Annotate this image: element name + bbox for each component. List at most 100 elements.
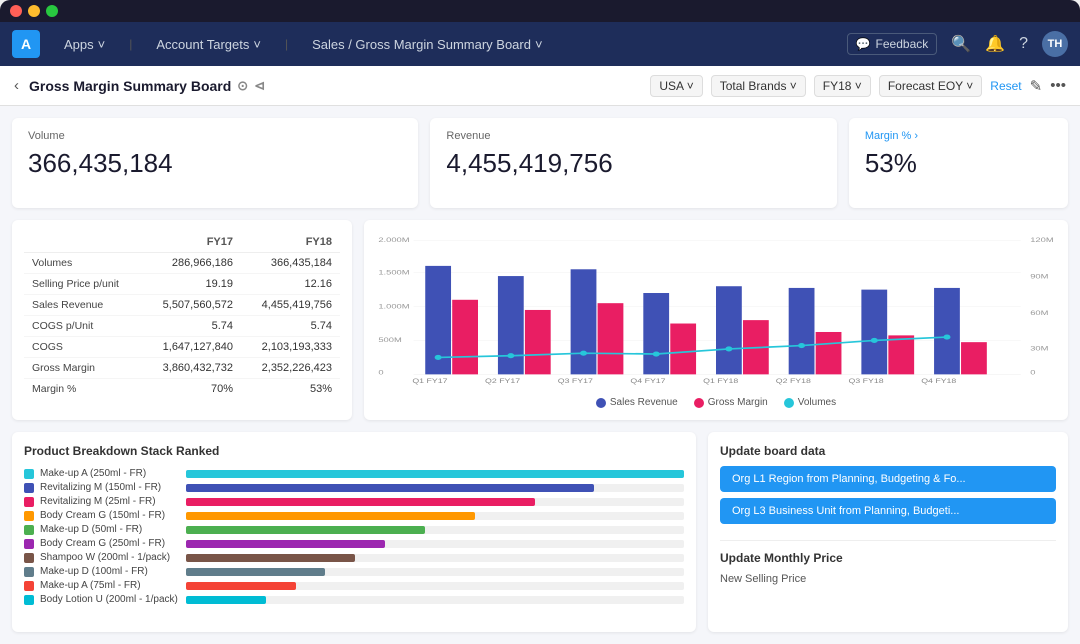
product-item: Body Cream G (250ml - FR) [24, 538, 684, 549]
table-cell-fy17: 5,507,560,572 [142, 295, 241, 316]
bar-margin-q2fy18[interactable] [816, 332, 842, 374]
svg-text:90M: 90M [1030, 273, 1048, 280]
product-color-swatch [24, 595, 34, 605]
filter-brands[interactable]: Total Brands ˅ [711, 75, 806, 97]
svg-text:Q2 FY17: Q2 FY17 [485, 377, 520, 384]
chart-card: 2.000M 1.500M 1.000M 500M 0 120M 90M 60M… [364, 220, 1068, 420]
table-cell-fy17: 286,966,186 [142, 253, 241, 274]
product-bar [186, 554, 355, 562]
app-logo: A [12, 30, 40, 58]
product-bar-container [186, 554, 684, 562]
nav-account-targets[interactable]: Account Targets ˅ [148, 33, 269, 56]
legend-gross-margin: Gross Margin [694, 397, 768, 408]
bar-sales-q1fy18[interactable] [716, 286, 742, 374]
kpi-volume-value: 366,435,184 [28, 148, 402, 179]
panel-divider [720, 540, 1056, 541]
bar-sales-q2fy18[interactable] [789, 288, 815, 374]
product-bar-container [186, 526, 684, 534]
bar-margin-q2fy17[interactable] [525, 310, 551, 374]
nav-right: 💬 Feedback 🔍 🔔 ? TH [847, 31, 1068, 57]
avatar[interactable]: TH [1042, 31, 1068, 57]
back-icon[interactable]: ‹ [14, 77, 19, 94]
table-cell-label: Sales Revenue [24, 295, 142, 316]
org-l3-button[interactable]: Org L3 Business Unit from Planning, Budg… [720, 498, 1056, 524]
bar-sales-q2fy17[interactable] [498, 276, 524, 374]
product-bar [186, 596, 266, 604]
bar-sales-q4fy17[interactable] [643, 293, 669, 374]
bar-margin-q1fy17[interactable] [452, 300, 478, 375]
org-l1-button[interactable]: Org L1 Region from Planning, Budgeting &… [720, 466, 1056, 492]
reset-button[interactable]: Reset [990, 79, 1021, 93]
legend-sales-label: Sales Revenue [610, 397, 678, 408]
product-name: Make-up A (250ml - FR) [40, 468, 180, 479]
more-icon[interactable]: ••• [1050, 77, 1066, 94]
page-title: Gross Margin Summary Board ⊙ ⊲ [29, 78, 265, 94]
vol-dot-2 [507, 353, 514, 358]
edit-icon[interactable]: ✎ [1030, 77, 1043, 95]
sales-revenue-dot [596, 398, 606, 408]
svg-text:Q3 FY18: Q3 FY18 [849, 377, 884, 384]
bar-sales-q4fy18[interactable] [934, 288, 960, 374]
bar-sales-q3fy17[interactable] [571, 269, 597, 374]
table-row: Sales Revenue5,507,560,5724,455,419,756 [24, 295, 340, 316]
bar-margin-q3fy18[interactable] [888, 335, 914, 374]
filter-forecast[interactable]: Forecast EOY ˅ [879, 75, 982, 97]
nav-apps[interactable]: Apps ˅ [56, 33, 113, 56]
legend-margin-label: Gross Margin [708, 397, 768, 408]
table-row: COGS p/Unit5.745.74 [24, 316, 340, 337]
table-cell-fy18: 53% [241, 379, 340, 400]
maximize-dot[interactable] [46, 5, 58, 17]
bell-icon[interactable]: 🔔 [985, 34, 1005, 54]
bar-sales-q3fy18[interactable] [861, 290, 887, 375]
table-cell-fy18: 5.74 [241, 316, 340, 337]
product-name: Revitalizing M (150ml - FR) [40, 482, 180, 493]
product-name: Body Cream G (250ml - FR) [40, 538, 180, 549]
svg-text:2.000M: 2.000M [378, 236, 409, 243]
svg-text:Q1 FY18: Q1 FY18 [703, 377, 738, 384]
legend-volumes-label: Volumes [798, 397, 836, 408]
svg-text:Q3 FY17: Q3 FY17 [558, 377, 593, 384]
product-color-swatch [24, 497, 34, 507]
kpi-margin-label[interactable]: Margin % › [865, 130, 1052, 142]
feedback-button[interactable]: 💬 Feedback [847, 33, 938, 55]
gross-margin-dot [694, 398, 704, 408]
settings-icon[interactable]: ⊙ [237, 78, 248, 94]
product-name: Make-up A (75ml - FR) [40, 580, 180, 591]
product-color-swatch [24, 567, 34, 577]
filter-usa[interactable]: USA ˅ [650, 75, 702, 97]
close-dot[interactable] [10, 5, 22, 17]
bottom-row: Product Breakdown Stack Ranked Make-up A… [12, 432, 1068, 632]
title-bar [0, 0, 1080, 22]
svg-text:1.000M: 1.000M [378, 302, 409, 309]
product-item: Make-up A (250ml - FR) [24, 468, 684, 479]
product-bar [186, 540, 385, 548]
product-item: Body Cream G (150ml - FR) [24, 510, 684, 521]
filter-fy18[interactable]: FY18 ˅ [814, 75, 871, 97]
bar-margin-q4fy17[interactable] [670, 324, 696, 375]
product-item: Revitalizing M (150ml - FR) [24, 482, 684, 493]
bar-margin-q4fy18[interactable] [961, 342, 987, 374]
svg-text:30M: 30M [1030, 345, 1048, 352]
svg-text:0: 0 [1030, 369, 1036, 376]
share-icon[interactable]: ⊲ [254, 78, 265, 94]
middle-row: FY17 FY18 Volumes286,966,186366,435,184S… [12, 220, 1068, 420]
product-bar [186, 582, 296, 590]
table-cell-fy17: 70% [142, 379, 241, 400]
legend-sales-revenue: Sales Revenue [596, 397, 678, 408]
product-bar-container [186, 568, 684, 576]
nav-sales-margin[interactable]: Sales / Gross Margin Summary Board ˅ [304, 33, 551, 56]
help-icon[interactable]: ? [1019, 35, 1028, 53]
sub-nav-filters: USA ˅ Total Brands ˅ FY18 ˅ Forecast EOY… [650, 75, 1066, 97]
bar-margin-q3fy17[interactable] [598, 303, 624, 374]
vol-dot-1 [435, 355, 442, 360]
table-cell-fy17: 1,647,127,840 [142, 337, 241, 358]
product-color-swatch [24, 539, 34, 549]
main-content: Volume 366,435,184 Revenue 4,455,419,756… [0, 106, 1080, 644]
search-icon[interactable]: 🔍 [951, 34, 971, 54]
svg-text:Q1 FY17: Q1 FY17 [412, 377, 447, 384]
minimize-dot[interactable] [28, 5, 40, 17]
product-item: Make-up A (75ml - FR) [24, 580, 684, 591]
update-price-title: Update Monthly Price [720, 551, 1056, 565]
product-bar [186, 512, 475, 520]
table-cell-label: COGS p/Unit [24, 316, 142, 337]
